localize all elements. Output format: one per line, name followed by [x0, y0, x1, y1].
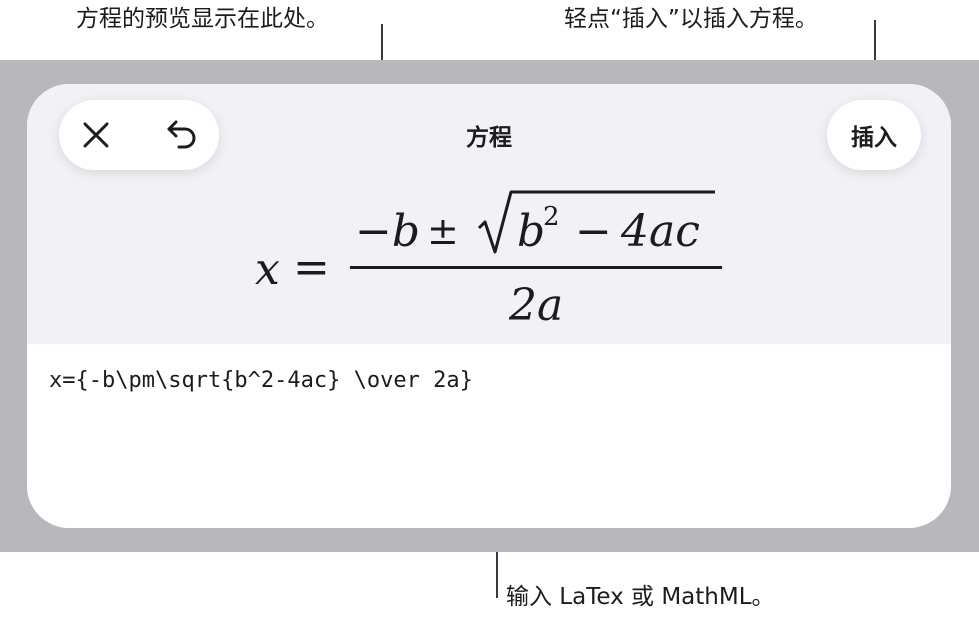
formula-denominator: 2a	[509, 280, 564, 331]
formula-lhs: x	[255, 244, 280, 295]
callout-preview: 方程的预览显示在此处。	[76, 6, 329, 32]
formula-minus-b: −b	[355, 206, 421, 257]
formula-equals: =	[293, 242, 330, 293]
callout-input: 输入 LaTex 或 MathML。	[506, 584, 775, 610]
insert-button[interactable]: 插入	[827, 100, 921, 170]
formula-4ac: 4ac	[621, 206, 700, 257]
equation-preview-area: 方程 插入 x = −b ± b 2 − 4ac 2a	[27, 84, 951, 344]
formula-pm: ±	[427, 209, 459, 253]
formula-b: b	[517, 206, 546, 257]
formula-minus: −	[575, 206, 612, 257]
fraction-bar	[350, 266, 722, 269]
formula-exponent: 2	[543, 202, 560, 232]
callout-insert: 轻点“插入”以插入方程。	[564, 6, 818, 32]
equation-sheet: 方程 插入 x = −b ± b 2 − 4ac 2a x={-b\pm\sqr…	[27, 84, 951, 528]
equation-input[interactable]: x={-b\pm\sqrt{b^2-4ac} \over 2a}	[49, 368, 909, 508]
dialog-title: 方程	[466, 125, 512, 151]
